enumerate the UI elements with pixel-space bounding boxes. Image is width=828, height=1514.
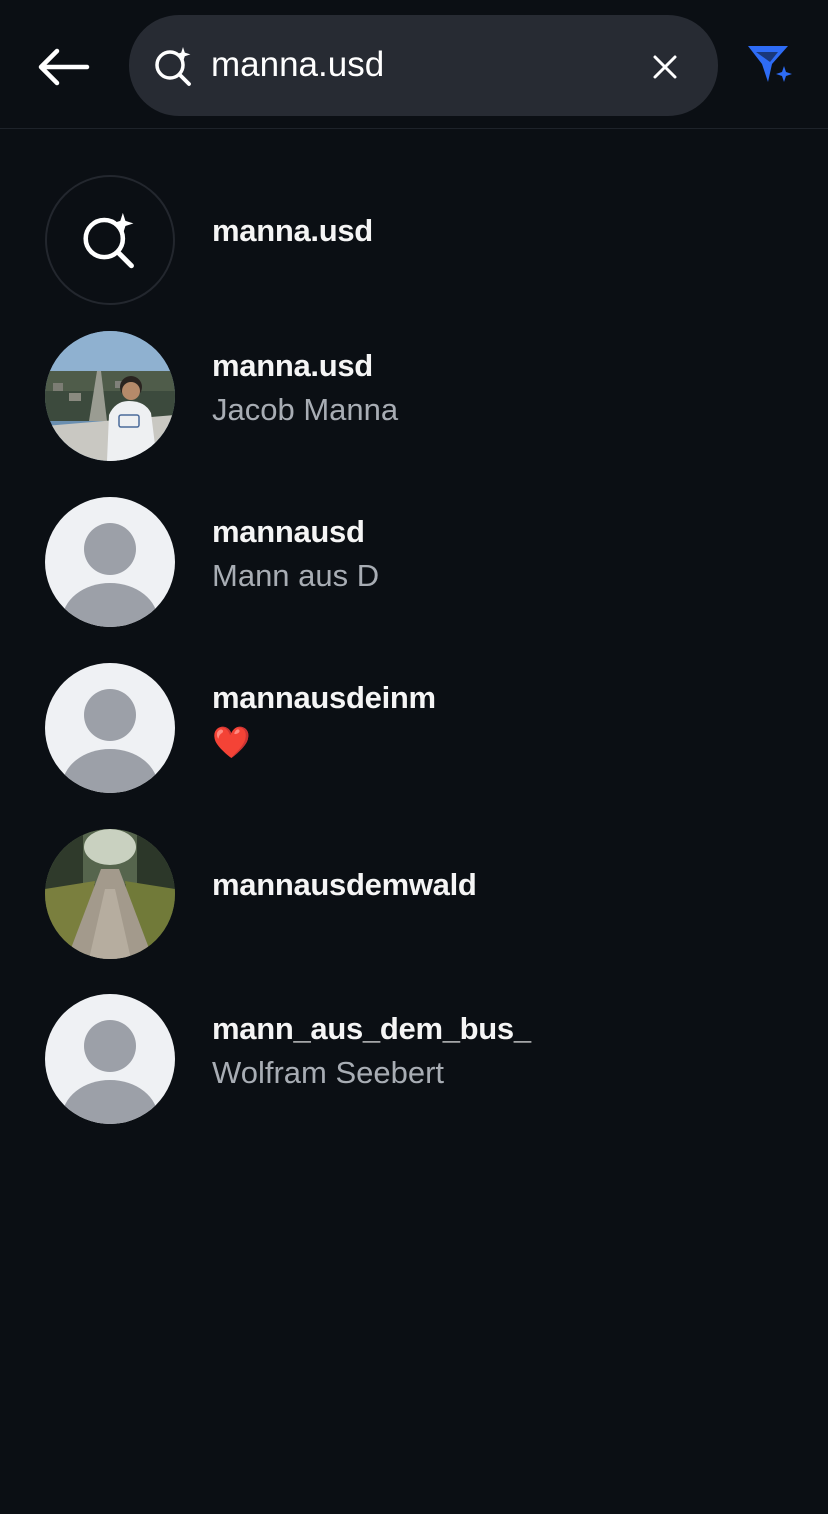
username: mannausd: [212, 514, 365, 549]
search-screen: manna.usd manna.usd manna.usd Jacob Mann…: [0, 0, 828, 1514]
ai-filter-icon: [748, 46, 792, 82]
default-avatar-icon: [45, 994, 175, 1124]
default-avatar: [45, 994, 175, 1124]
ai-filter-button[interactable]: [740, 36, 798, 94]
ai-search-icon: [83, 212, 134, 269]
ai-search-icon: [155, 47, 191, 86]
user-avatar: [45, 829, 175, 959]
full-name: Mann aus D: [212, 558, 380, 593]
clear-search-button[interactable]: [645, 47, 685, 87]
city-photo: [45, 331, 175, 461]
default-avatar-icon: [45, 663, 175, 793]
username: manna.usd: [212, 348, 373, 383]
search-header: [0, 0, 828, 129]
search-bar[interactable]: [129, 15, 718, 116]
user-result-row[interactable]: mannausdemwald: [0, 819, 828, 969]
ai-search-suggestion[interactable]: manna.usd: [0, 165, 828, 315]
forest-path-photo: [45, 829, 175, 959]
default-avatar: [45, 497, 175, 627]
username: mannausdemwald: [212, 867, 477, 902]
suggestion-label: manna.usd: [212, 213, 373, 248]
username: mannausdeinm: [212, 680, 436, 715]
user-result-row[interactable]: mann_aus_dem_bus_ Wolfram Seebert: [0, 984, 828, 1134]
default-avatar-icon: [45, 497, 175, 627]
full-name: ❤️: [212, 725, 251, 760]
arrow-left-icon: [38, 48, 90, 86]
close-icon: [653, 55, 677, 79]
full-name: Jacob Manna: [212, 392, 399, 427]
back-button[interactable]: [30, 40, 96, 94]
username: mann_aus_dem_bus_: [212, 1011, 531, 1046]
default-avatar: [45, 663, 175, 793]
user-result-row[interactable]: mannausdeinm ❤️: [0, 653, 828, 803]
search-input[interactable]: [211, 40, 631, 90]
ai-suggestion-avatar: [45, 175, 175, 305]
user-avatar: [45, 331, 175, 461]
user-result-row[interactable]: mannausd Mann aus D: [0, 487, 828, 637]
full-name: Wolfram Seebert: [212, 1055, 445, 1090]
user-result-row[interactable]: manna.usd Jacob Manna: [0, 321, 828, 471]
